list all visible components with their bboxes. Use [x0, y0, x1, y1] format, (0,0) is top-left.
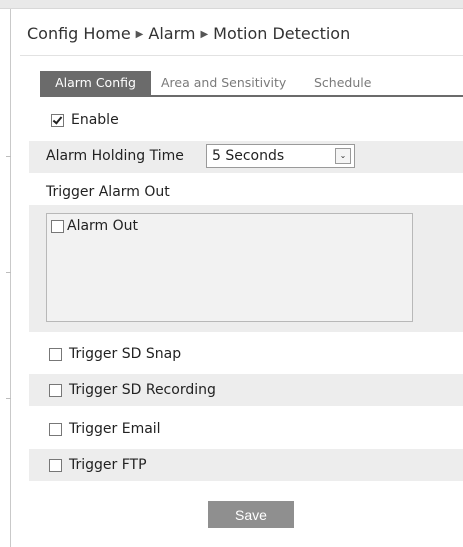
- alarm-out-list: Alarm Out: [46, 213, 413, 322]
- alarm-holding-time-label: Alarm Holding Time: [46, 148, 184, 164]
- enable-checkbox[interactable]: [51, 113, 64, 127]
- trigger-email-checkbox[interactable]: [49, 422, 62, 436]
- alarm-holding-time-row: Alarm Holding Time 5 Seconds ⌄: [29, 141, 463, 173]
- breadcrumb: Config Home ▶ Alarm ▶ Motion Detection: [27, 24, 350, 43]
- breadcrumb-separator-icon: ▶: [135, 29, 144, 40]
- trigger-sd-recording-checkbox[interactable]: [49, 383, 62, 397]
- header-divider: [20, 55, 463, 56]
- trigger-ftp-row: Trigger FTP: [29, 449, 463, 481]
- breadcrumb-alarm[interactable]: Alarm: [148, 24, 195, 43]
- trigger-ftp-label: Trigger FTP: [69, 457, 147, 473]
- breadcrumb-config-home[interactable]: Config Home: [27, 24, 131, 43]
- tab-alarm-config[interactable]: Alarm Config: [40, 71, 151, 95]
- frame-tick: [6, 272, 11, 273]
- frame-tick: [6, 398, 11, 399]
- tab-schedule[interactable]: Schedule: [314, 71, 371, 95]
- alarm-out-item[interactable]: Alarm Out: [51, 218, 138, 234]
- trigger-alarm-out-row: Alarm Out: [29, 205, 463, 332]
- enable-label: Enable: [71, 112, 119, 128]
- trigger-sd-recording-row: Trigger SD Recording: [29, 374, 463, 406]
- tab-area-and-sensitivity[interactable]: Area and Sensitivity: [161, 71, 286, 95]
- alarm-holding-time-select[interactable]: 5 Seconds ⌄: [206, 144, 355, 168]
- tab-underline: [40, 95, 463, 97]
- trigger-sd-snap-label: Trigger SD Snap: [69, 346, 182, 362]
- breadcrumb-separator-icon: ▶: [200, 29, 209, 40]
- alarm-holding-time-value: 5 Seconds: [212, 148, 285, 164]
- breadcrumb-motion-detection: Motion Detection: [213, 24, 351, 43]
- enable-row: Enable: [29, 108, 463, 132]
- alarm-out-label: Alarm Out: [67, 218, 139, 234]
- chevron-down-icon[interactable]: ⌄: [335, 148, 351, 164]
- trigger-sd-snap-checkbox[interactable]: [49, 347, 62, 361]
- left-frame-border: [10, 9, 11, 547]
- trigger-email-row: Trigger Email: [29, 413, 463, 445]
- alarm-out-checkbox[interactable]: [51, 219, 64, 233]
- save-button[interactable]: Save: [208, 501, 294, 528]
- trigger-alarm-out-label: Trigger Alarm Out: [46, 184, 170, 200]
- trigger-sd-snap-row: Trigger SD Snap: [29, 338, 463, 370]
- top-bar: [0, 0, 463, 9]
- trigger-sd-recording-label: Trigger SD Recording: [69, 382, 216, 398]
- frame-tick: [6, 156, 11, 157]
- trigger-email-label: Trigger Email: [69, 421, 161, 437]
- trigger-ftp-checkbox[interactable]: [49, 458, 62, 472]
